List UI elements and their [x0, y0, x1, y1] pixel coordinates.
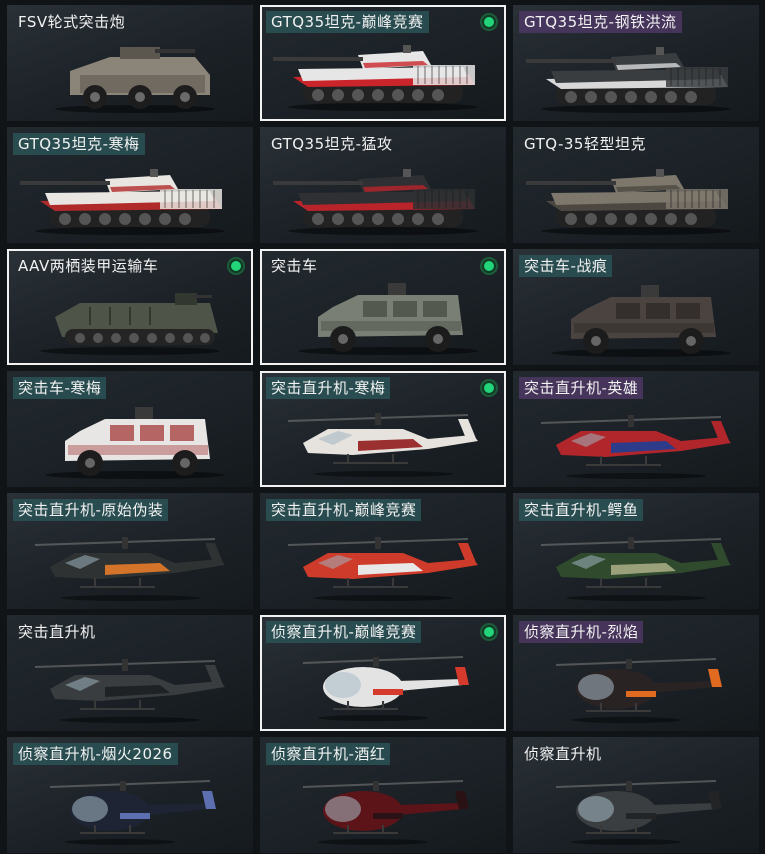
- vehicle-card[interactable]: GTQ35坦克-钢铁洪流: [513, 5, 759, 121]
- vehicle-card[interactable]: 突击车-战痕: [513, 249, 759, 365]
- vehicle-card[interactable]: 侦察直升机-烈焰: [513, 615, 759, 731]
- vehicle-card[interactable]: GTQ35坦克-寒梅: [7, 127, 253, 243]
- assault-truck-icon: [513, 279, 759, 359]
- vehicle-name: GTQ35坦克-寒梅: [13, 133, 145, 155]
- tank-icon: [262, 33, 504, 113]
- vehicle-name: GTQ35坦克-巅峰竞赛: [266, 11, 429, 33]
- equipped-indicator-icon: [480, 379, 498, 397]
- vehicle-name: GTQ35坦克-猛攻: [271, 135, 393, 153]
- vehicle-card[interactable]: GTQ35坦克-巅峰竞赛: [260, 5, 506, 121]
- attack-helicopter-icon: [513, 401, 759, 481]
- scout-helicopter-icon: [260, 767, 506, 847]
- vehicle-name: GTQ35坦克-钢铁洪流: [519, 11, 682, 33]
- vehicle-card[interactable]: 突击直升机-鳄鱼: [513, 493, 759, 609]
- vehicle-name: 侦察直升机-巅峰竞赛: [266, 621, 422, 643]
- vehicle-card[interactable]: GTQ-35轻型坦克: [513, 127, 759, 243]
- vehicle-name: 侦察直升机-酒红: [266, 743, 391, 765]
- vehicle-name: 突击车-寒梅: [13, 377, 107, 399]
- equipped-indicator-icon: [480, 257, 498, 275]
- vehicle-card[interactable]: 突击直升机-寒梅: [260, 371, 506, 487]
- scout-helicopter-icon: [262, 643, 504, 723]
- vehicle-card[interactable]: 突击直升机-巅峰竞赛: [260, 493, 506, 609]
- vehicle-card[interactable]: 突击车-寒梅: [7, 371, 253, 487]
- attack-helicopter-icon: [7, 523, 253, 603]
- equipped-indicator-icon: [480, 623, 498, 641]
- equipped-indicator-icon: [480, 13, 498, 31]
- attack-helicopter-icon: [513, 523, 759, 603]
- tank-icon: [260, 157, 506, 237]
- vehicle-card[interactable]: 突击车: [260, 249, 506, 365]
- tank-icon: [513, 157, 759, 237]
- vehicle-card[interactable]: FSV轮式突击炮: [7, 5, 253, 121]
- vehicle-name: 侦察直升机-烈焰: [519, 621, 644, 643]
- scout-helicopter-icon: [513, 645, 759, 725]
- attack-helicopter-icon: [7, 645, 253, 725]
- scout-helicopter-icon: [7, 767, 253, 847]
- armored-car-icon: [7, 35, 253, 115]
- vehicle-name: 突击直升机-巅峰竞赛: [266, 499, 422, 521]
- vehicle-card[interactable]: 侦察直升机-酒红: [260, 737, 506, 853]
- vehicle-name: 突击直升机-英雄: [519, 377, 644, 399]
- tank-icon: [513, 35, 759, 115]
- vehicle-card[interactable]: 侦察直升机-巅峰竞赛: [260, 615, 506, 731]
- attack-helicopter-icon: [260, 523, 506, 603]
- vehicle-card[interactable]: 突击直升机: [7, 615, 253, 731]
- assault-truck-icon: [7, 401, 253, 481]
- vehicle-name: AAV两栖装甲运输车: [18, 257, 159, 275]
- scout-helicopter-icon: [513, 767, 759, 847]
- tank-icon: [7, 157, 253, 237]
- vehicle-card[interactable]: 侦察直升机-烟火2026: [7, 737, 253, 853]
- vehicle-name: 侦察直升机-烟火2026: [13, 743, 178, 765]
- amphibious-vehicle-icon: [9, 277, 251, 357]
- vehicle-name: 突击车: [271, 257, 318, 275]
- vehicle-skin-grid: FSV轮式突击炮 GTQ35坦克-巅峰竞赛 GTQ35坦克-钢铁洪流 GTQ35: [0, 0, 765, 854]
- vehicle-name: 突击直升机: [18, 623, 96, 641]
- vehicle-name: 突击直升机-原始伪装: [13, 499, 169, 521]
- vehicle-card[interactable]: 突击直升机-英雄: [513, 371, 759, 487]
- vehicle-card[interactable]: 侦察直升机: [513, 737, 759, 853]
- vehicle-card[interactable]: AAV两栖装甲运输车: [7, 249, 253, 365]
- vehicle-name: 突击直升机-鳄鱼: [519, 499, 644, 521]
- vehicle-card[interactable]: 突击直升机-原始伪装: [7, 493, 253, 609]
- assault-truck-icon: [262, 277, 504, 357]
- vehicle-name: 侦察直升机: [524, 745, 602, 763]
- equipped-indicator-icon: [227, 257, 245, 275]
- vehicle-name: 突击直升机-寒梅: [266, 377, 391, 399]
- vehicle-name: GTQ-35轻型坦克: [524, 135, 646, 153]
- vehicle-name: FSV轮式突击炮: [18, 13, 126, 31]
- vehicle-card[interactable]: GTQ35坦克-猛攻: [260, 127, 506, 243]
- vehicle-name: 突击车-战痕: [519, 255, 613, 277]
- attack-helicopter-icon: [262, 399, 504, 479]
